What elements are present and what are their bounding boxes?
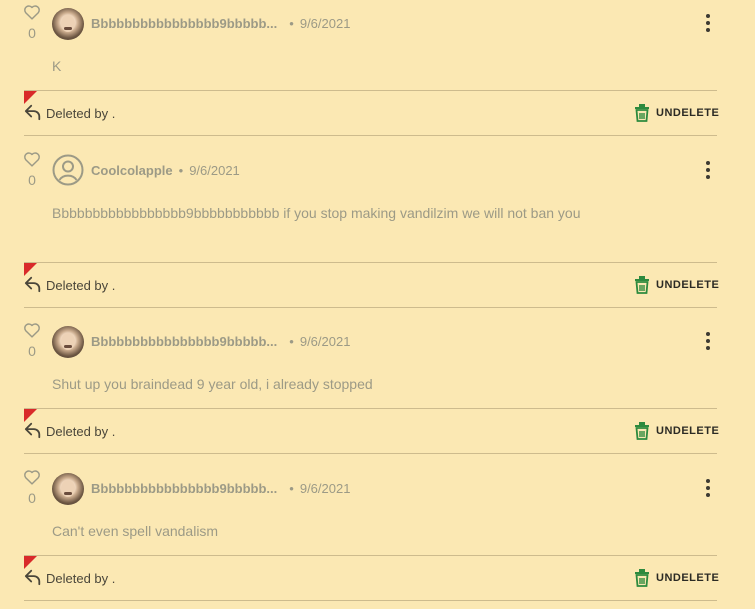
heart-icon[interactable] [23, 322, 41, 338]
author-name[interactable]: Bbbbbbbbbbbbbbbb9bbbbb... [91, 481, 277, 496]
meta-separator: • [178, 163, 184, 178]
comment-text: Shut up you braindead 9 year old, i alre… [52, 376, 373, 392]
deleted-by-label: Deleted by . [46, 278, 116, 293]
heart-icon[interactable] [23, 151, 41, 167]
meta-separator: • [289, 334, 294, 349]
reply-arrow-icon [24, 104, 41, 121]
more-options-icon[interactable] [700, 161, 716, 181]
avatar[interactable] [52, 473, 84, 505]
reply-arrow-icon [24, 422, 41, 439]
deleted-replies-thread: 0 Bbbbbbbbbbbbbbbb9bbbbb... • 9/6/2021 K D… [0, 0, 755, 609]
undelete-button[interactable]: UNDELETE [634, 568, 719, 588]
trash-restore-icon [635, 276, 649, 294]
meta-separator: • [289, 16, 294, 31]
comment-date: 9/6/2021 [299, 481, 351, 496]
heart-icon[interactable] [23, 469, 41, 485]
like-control[interactable]: 0 [22, 469, 42, 506]
trash-restore-icon [635, 422, 649, 440]
undelete-label: UNDELETE [656, 279, 720, 291]
like-count: 0 [28, 490, 36, 506]
comment-date: 9/6/2021 [299, 334, 351, 349]
comment-text: Bbbbbbbbbbbbbbbbb9bbbbbbbbbbb if you sto… [52, 205, 581, 221]
like-control[interactable]: 0 [22, 322, 42, 359]
like-count: 0 [28, 172, 36, 188]
avatar-mouth [64, 27, 72, 30]
deleted-status-bar: Deleted by . UNDELETE [24, 408, 719, 454]
author-name[interactable]: Bbbbbbbbbbbbbbbb9bbbbb... [91, 334, 277, 349]
author-name[interactable]: Coolcolapple [91, 163, 173, 178]
comment-meta: Bbbbbbbbbbbbbbbb9bbbbb... • 9/6/2021 [91, 334, 350, 349]
avatar[interactable] [52, 326, 84, 358]
undelete-button[interactable]: UNDELETE [634, 421, 719, 441]
undelete-label: UNDELETE [656, 425, 720, 437]
default-user-icon [52, 154, 84, 186]
comment-text: K [52, 58, 62, 74]
like-control[interactable]: 0 [22, 4, 42, 41]
avatar-mouth [64, 345, 72, 348]
like-count: 0 [28, 343, 36, 359]
undelete-button[interactable]: UNDELETE [634, 103, 719, 123]
deleted-by-label: Deleted by . [46, 571, 116, 586]
deleted-by-label: Deleted by . [46, 424, 116, 439]
comment-date: 9/6/2021 [299, 16, 351, 31]
deleted-status-bar: Deleted by . UNDELETE [24, 555, 719, 601]
undelete-label: UNDELETE [656, 107, 720, 119]
reply-arrow-icon [24, 569, 41, 586]
like-count: 0 [28, 25, 36, 41]
comment-meta: Bbbbbbbbbbbbbbbb9bbbbb... • 9/6/2021 [91, 481, 350, 496]
comment-meta: Bbbbbbbbbbbbbbbb9bbbbb... • 9/6/2021 [91, 16, 350, 31]
undelete-label: UNDELETE [656, 572, 720, 584]
deleted-by-label: Deleted by . [46, 106, 116, 121]
reply-arrow-icon [24, 276, 41, 293]
trash-restore-icon [635, 569, 649, 587]
avatar[interactable] [52, 8, 84, 40]
meta-separator: • [289, 481, 294, 496]
deleted-status-bar: Deleted by . UNDELETE [24, 90, 719, 136]
more-options-icon[interactable] [700, 14, 716, 34]
avatar-mouth [64, 492, 72, 495]
undelete-button[interactable]: UNDELETE [634, 275, 719, 295]
trash-restore-icon [635, 104, 649, 122]
heart-icon[interactable] [23, 4, 41, 20]
comment-date: 9/6/2021 [189, 163, 240, 178]
like-control[interactable]: 0 [22, 151, 42, 188]
comment-meta: Coolcolapple • 9/6/2021 [91, 163, 240, 178]
more-options-icon[interactable] [700, 332, 716, 352]
more-options-icon[interactable] [700, 479, 716, 499]
deleted-status-bar: Deleted by . UNDELETE [24, 262, 719, 308]
avatar[interactable] [52, 154, 84, 186]
comment-text: Can't even spell vandalism [52, 523, 219, 539]
author-name[interactable]: Bbbbbbbbbbbbbbbb9bbbbb... [91, 16, 277, 31]
